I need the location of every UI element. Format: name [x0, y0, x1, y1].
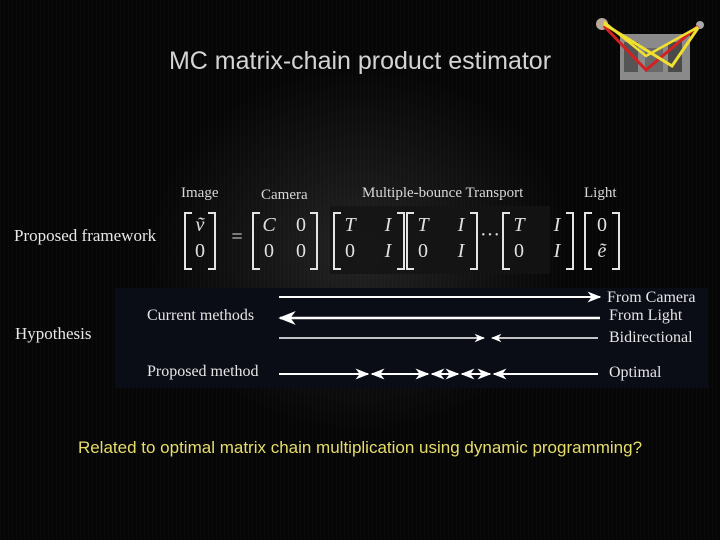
strategy-arrows	[278, 291, 602, 380]
research-question: Related to optimal matrix chain multipli…	[77, 438, 643, 457]
